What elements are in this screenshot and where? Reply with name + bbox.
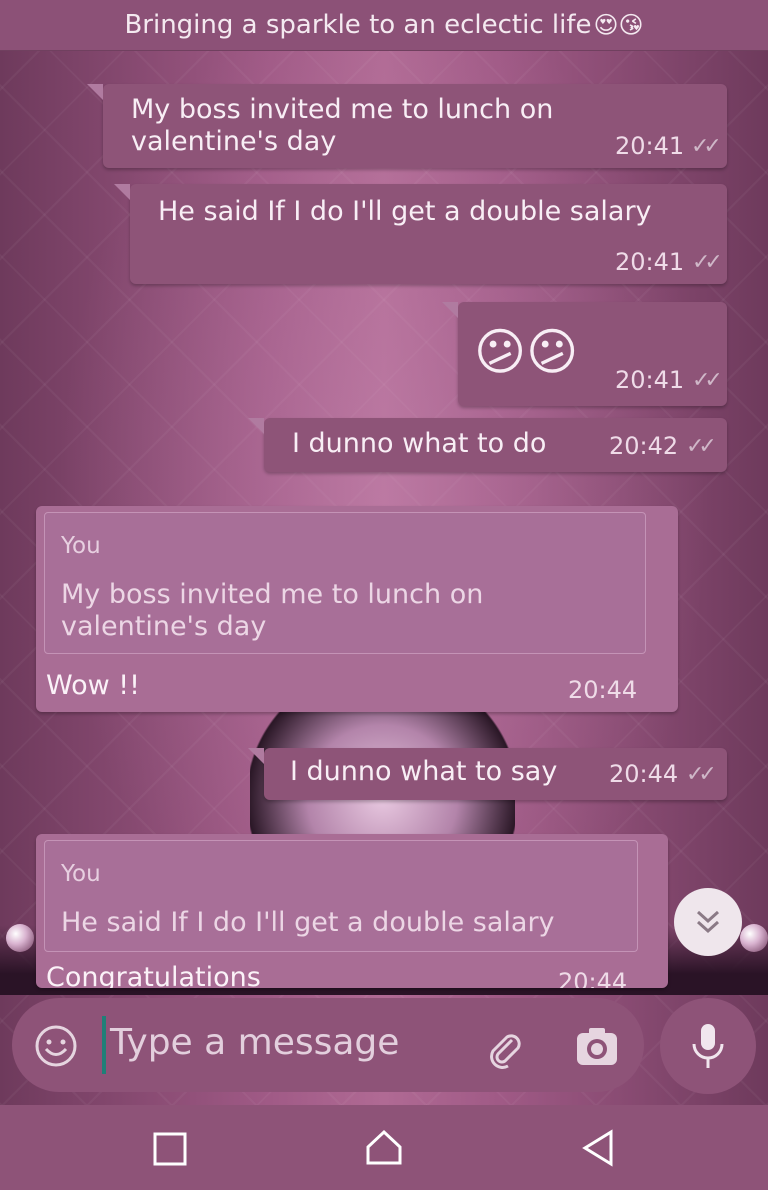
pearl-decoration [6,924,34,952]
read-ticks-icon: ✓✓ [686,434,717,459]
message-text: Wow !! [46,670,140,701]
message-time: 20:42 [609,432,679,460]
message-bubble-outgoing[interactable]: I dunno what to do 20:42 ✓✓ [248,418,727,472]
paperclip-icon[interactable] [482,1026,526,1070]
message-time: 20:41 [615,248,685,276]
message-text: My boss invited me to lunch on valentine… [131,94,554,157]
quoted-author: You [61,861,101,887]
square-recents-icon[interactable] [152,1131,188,1167]
message-text: He said If I do I'll get a double salary [158,196,652,227]
quoted-text: My boss invited me to lunch on valentine… [61,579,484,642]
pearl-decoration [740,924,768,952]
message-bubble-outgoing[interactable]: My boss invited me to lunch on valentine… [87,84,727,168]
read-ticks-icon: ✓✓ [692,368,723,393]
chevron-double-down-icon [696,910,720,934]
camera-icon[interactable] [574,1024,620,1070]
message-bubble-outgoing[interactable]: I dunno what to say 20:44 ✓✓ [248,748,727,800]
triangle-back-icon[interactable] [580,1129,616,1167]
quoted-message[interactable]: You He said If I do I'll get a double sa… [44,840,638,952]
status-emojis: 😍😘 [593,11,644,39]
quoted-message[interactable]: You My boss invited me to lunch on valen… [44,512,646,654]
message-bubble-outgoing[interactable]: 😕😕 20:41 ✓✓ [442,302,727,406]
read-ticks-icon: ✓✓ [691,134,722,159]
scroll-to-bottom-button[interactable] [674,888,742,956]
home-icon[interactable] [364,1127,404,1167]
message-time: 20:44 [568,676,638,704]
quoted-text: He said If I do I'll get a double salary [61,907,555,938]
message-bubble-incoming-reply[interactable]: You He said If I do I'll get a double sa… [36,834,668,988]
message-time: 20:44 [609,760,679,788]
message-bubble-outgoing[interactable]: He said If I do I'll get a double salary… [114,184,727,284]
read-ticks-icon: ✓✓ [686,762,717,787]
contact-status-text: Bringing a sparkle to an eclectic life [124,10,592,40]
read-ticks-icon: ✓✓ [692,250,723,275]
message-input-placeholder[interactable]: Type a message [110,1022,399,1063]
voice-record-button[interactable] [660,998,756,1094]
message-text: I dunno what to do [292,428,547,459]
contact-status-bar[interactable]: Bringing a sparkle to an eclectic life 😍… [0,0,768,51]
mic-icon [692,1024,724,1068]
message-emojis: 😕😕 [474,323,579,381]
emoji-icon[interactable] [34,1024,78,1068]
message-time: 20:41 [615,366,685,394]
message-text: Congratulations [46,962,261,988]
quoted-author: You [61,533,101,559]
message-composer[interactable]: Type a message [12,998,644,1092]
message-time: 20:44 [558,968,628,988]
message-time: 20:41 [615,132,685,160]
message-bubble-incoming-reply[interactable]: You My boss invited me to lunch on valen… [36,506,678,712]
system-navigation-bar [0,1105,768,1190]
message-text: I dunno what to say [290,756,558,787]
text-cursor [102,1016,106,1074]
